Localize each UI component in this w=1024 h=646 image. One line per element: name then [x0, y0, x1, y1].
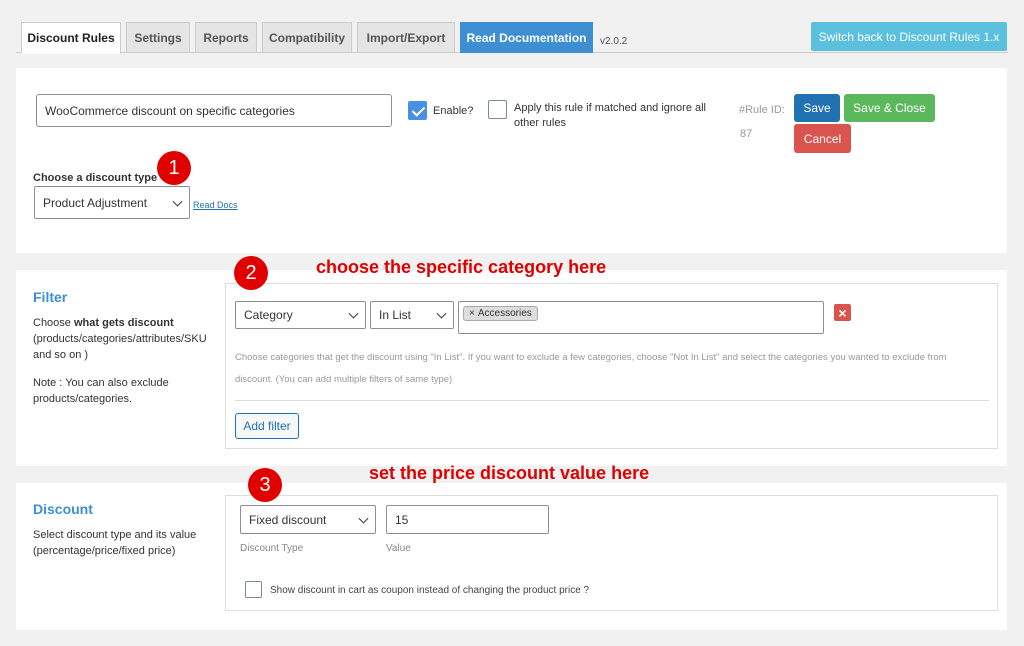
rule-name-input[interactable]: WooCommerce discount on specific categor… [36, 94, 392, 127]
annotation-badge-1: 1 [157, 151, 191, 185]
discount-box: Fixed discount Discount Type 15 Value Sh… [225, 495, 998, 611]
tab-bar: Discount Rules Settings Reports Compatib… [0, 0, 1024, 54]
rule-id-value: 87 [740, 128, 753, 140]
chevron-down-icon [172, 196, 183, 207]
discount-method-select[interactable]: Fixed discount [240, 505, 376, 534]
apply-exclusive-checkbox[interactable] [488, 100, 507, 119]
chevron-down-icon [358, 513, 369, 524]
switch-version-button[interactable]: Switch back to Discount Rules 1.x [811, 22, 1007, 51]
category-tag: × Accessories [463, 306, 538, 321]
discount-type-select[interactable]: Product Adjustment [34, 186, 190, 219]
discount-type-label: Choose a discount type [33, 172, 158, 184]
filter-panel: Filter Choose what gets discount (produc… [16, 256, 1007, 466]
version-label: v2.0.2 [600, 36, 628, 47]
rule-id-label: #Rule ID: [739, 104, 785, 116]
tag-remove-icon[interactable]: × [469, 308, 475, 319]
filter-type-value: Category [244, 308, 293, 322]
cancel-button[interactable]: Cancel [794, 124, 851, 153]
filter-operator-select[interactable]: In List [370, 301, 454, 329]
annotation-badge-2: 2 [234, 256, 268, 290]
save-close-button[interactable]: Save & Close [844, 94, 935, 122]
discount-value-input[interactable]: 15 [386, 505, 549, 534]
tab-import-export[interactable]: Import/Export [357, 22, 455, 53]
discount-type-caption: Discount Type [240, 543, 304, 554]
rule-settings-panel: WooCommerce discount on specific categor… [16, 68, 1007, 253]
annotation-text-discount: set the price discount value here [369, 463, 650, 483]
filter-desc-bold: what gets discount [73, 317, 174, 329]
discount-value-caption: Value [386, 543, 411, 554]
annotation-badge-3: 3 [248, 468, 282, 502]
tab-discount-rules[interactable]: Discount Rules [21, 22, 121, 54]
filter-note: Note : You can also exclude products/cat… [33, 377, 169, 405]
apply-exclusive-label: Apply this rule if matched and ignore al… [514, 102, 706, 129]
filter-values-input[interactable]: × Accessories [458, 301, 824, 334]
discount-type-value: Product Adjustment [43, 195, 148, 210]
tab-read-documentation[interactable]: Read Documentation [460, 22, 593, 53]
discount-title: Discount [33, 501, 93, 517]
filter-box: Category In List × Accessories × Choose … [225, 283, 998, 449]
filter-title: Filter [33, 289, 68, 305]
discount-description: Select discount type and its value (perc… [33, 529, 197, 557]
remove-filter-icon[interactable]: × [834, 304, 851, 321]
chevron-down-icon [348, 308, 359, 319]
filter-desc-rest: (products/categories/attributes/SKU and … [33, 333, 207, 361]
chevron-down-icon [436, 308, 447, 319]
tag-label: Accessories [477, 308, 532, 319]
discount-method-value: Fixed discount [249, 512, 327, 527]
read-docs-link[interactable]: Read Docs [193, 200, 238, 210]
discount-panel: Discount Select discount type and its va… [16, 463, 1007, 630]
tab-settings[interactable]: Settings [126, 22, 190, 53]
filter-help-text: Choose categories that get the discount … [235, 352, 947, 385]
save-button[interactable]: Save [794, 94, 840, 122]
filter-operator-value: In List [379, 308, 412, 322]
enable-label: Enable? [433, 105, 474, 117]
filter-desc-prefix: Choose [33, 317, 74, 329]
coupon-label: Show discount in cart as coupon instead … [270, 585, 590, 596]
filter-description: Choose what gets discount (products/cate… [33, 315, 223, 363]
tab-reports[interactable]: Reports [195, 22, 257, 53]
tab-compatibility[interactable]: Compatibility [262, 22, 352, 53]
coupon-checkbox[interactable] [245, 581, 262, 598]
annotation-text-category: choose the specific category here [316, 257, 607, 277]
filter-divider [235, 400, 989, 401]
filter-type-select[interactable]: Category [235, 301, 366, 329]
enable-checkbox[interactable] [408, 101, 427, 120]
add-filter-button[interactable]: Add filter [235, 413, 299, 439]
